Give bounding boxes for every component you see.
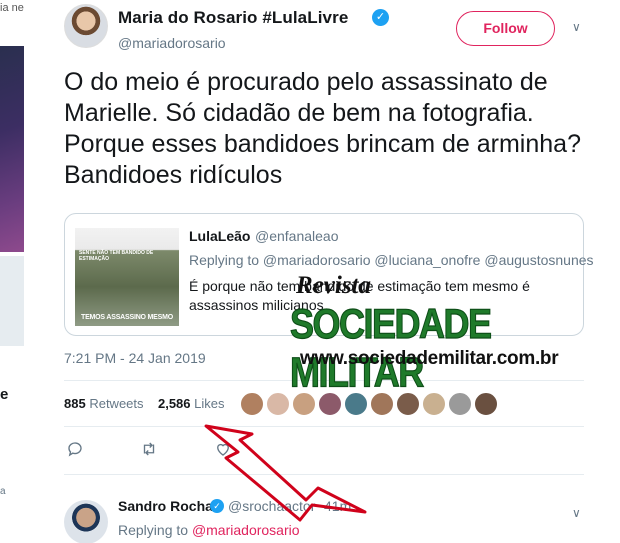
red-arrow-annotation — [204, 424, 367, 522]
